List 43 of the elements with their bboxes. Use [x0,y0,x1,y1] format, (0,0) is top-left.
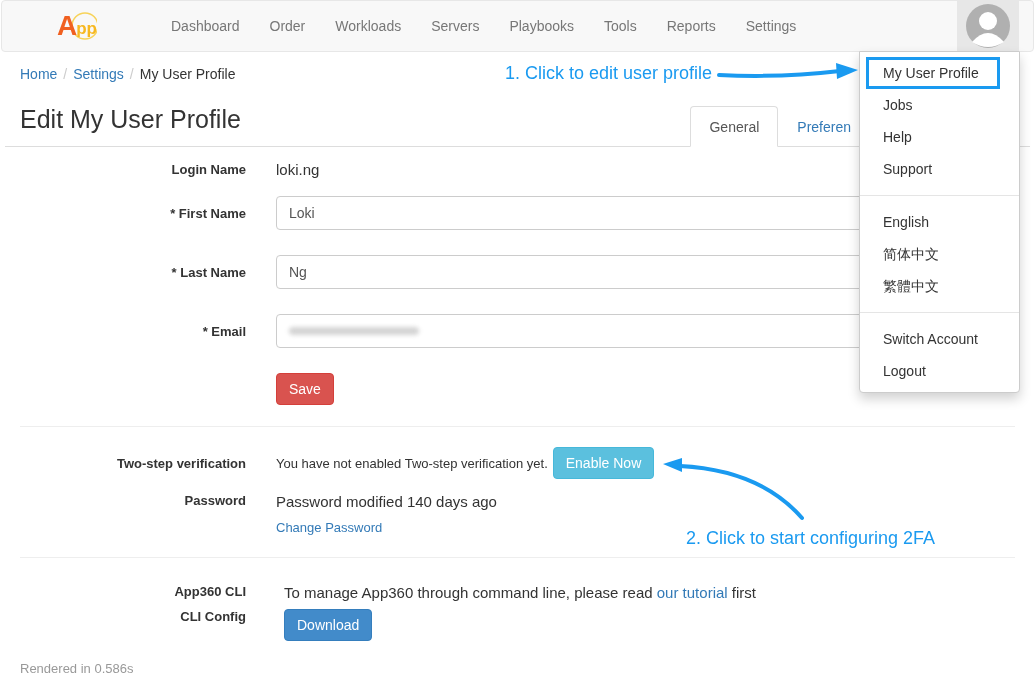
download-button[interactable]: Download [284,609,373,641]
save-button[interactable]: Save [276,373,334,405]
field-label: App360 CLI [173,584,246,599]
nav-link[interactable]: Playbooks [494,1,589,51]
breadcrumb-link[interactable]: Home [20,66,58,82]
breadcrumb-separator: / [62,66,69,82]
breadcrumb-current: My User Profile [139,66,236,82]
field-label: Login Name [170,162,246,177]
field-label: Two-step verification [115,455,246,471]
tab[interactable]: General [690,106,779,147]
nav-link[interactable]: Dashboard [156,1,255,51]
page-title: Edit My User Profile [20,105,241,134]
cli-description: To manage App360 through command line, please read our tutorial first [284,584,756,601]
field-label: * First Name [169,205,246,221]
user-menu-toggle[interactable] [957,1,1019,51]
tab[interactable]: Preferen [778,106,852,147]
nav-link[interactable]: Tools [589,1,652,51]
field-label: * Email [201,323,246,339]
menu-item[interactable]: Logout [866,355,943,387]
breadcrumb-link[interactable]: Settings [73,66,124,82]
password-status: Password modified 140 days ago [276,493,497,510]
render-time: Rendered in 0.586s [20,661,134,676]
tutorial-link[interactable]: our tutorial [656,584,728,601]
nav-link[interactable]: Reports [651,1,731,51]
two-step-status: You have not enabled Two-step verification yet. [276,455,548,471]
nav-link[interactable]: Settings [730,1,812,51]
menu-item[interactable]: Support [866,153,950,185]
nav-link[interactable]: Workloads [320,1,417,51]
nav-link[interactable]: Servers [416,1,495,51]
menu-item[interactable]: Switch Account [866,323,995,355]
nav-link[interactable]: Order [254,1,321,51]
field-label: CLI Config [179,609,246,624]
field-label: Password [183,493,246,508]
annotation-text: 1. Click to edit user profile [505,63,713,84]
menu-item[interactable]: My User Profile [866,57,1000,89]
annotation-text: 2. Click to start configuring 2FA [686,528,936,549]
avatar-icon [966,4,1010,48]
menu-item[interactable]: Help [866,121,929,153]
menu-item[interactable]: Jobs [866,89,930,121]
login-name-value: loki.ng [276,161,320,178]
field-label: * Last Name [170,264,246,280]
change-password-link[interactable]: Change Password [276,520,383,535]
breadcrumb-separator: / [128,66,135,82]
